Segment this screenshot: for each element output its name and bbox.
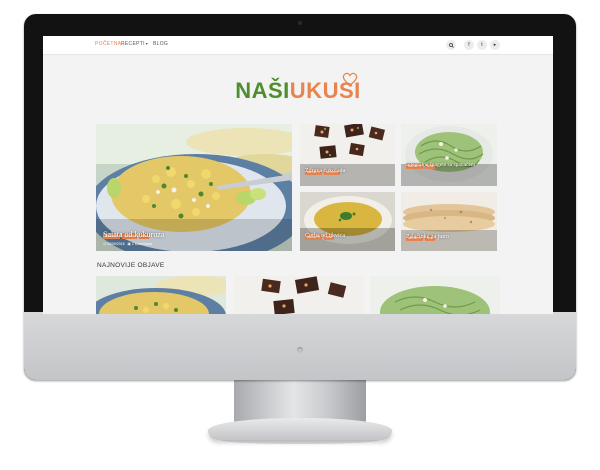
featured-card-main[interactable]: RECEPTI SALATE SVE Salata od kukuruza ◷ 02… (96, 124, 292, 251)
heart-icon (342, 72, 358, 86)
latest-posts-heading: NAJNOVIJE OBJAVE (97, 262, 165, 269)
monitor-stand-foot (208, 418, 392, 440)
latest-post-thumbnail[interactable] (370, 276, 500, 314)
card-title[interactable]: Zdrava čokolada (305, 168, 345, 174)
youtube-icon[interactable]: ▸ (490, 40, 500, 50)
featured-card-pancakes[interactable]: RECEPTI SVE Palačinke za jutro (401, 192, 497, 251)
spaghetti-thumbnail (370, 276, 500, 314)
chocolate-thumbnail (234, 276, 364, 314)
comment-count[interactable]: 2 Komentara (132, 242, 152, 246)
latest-post-thumbnail[interactable] (96, 276, 226, 314)
nav-item-recipes-label: RECEPTI (121, 41, 145, 47)
post-date: 02/09/2018 (107, 242, 125, 246)
comment-icon: ▣ (127, 242, 131, 246)
featured-card-soup[interactable]: RECEPTI SVE Čorba od tikvica (300, 192, 395, 251)
card-title[interactable]: Čorba od tikvica (305, 233, 345, 239)
featured-card-spaghetti[interactable]: RECEPTI SVE Integralne špagete sa spanaće… (401, 124, 497, 186)
card-title[interactable]: Integralne špagete sa spanaćem (406, 162, 492, 169)
featured-main-title[interactable]: Salata od kukuruza (103, 230, 164, 239)
chevron-down-icon: ▾ (145, 41, 149, 46)
monitor-logo-dot (297, 347, 303, 353)
twitter-icon[interactable]: t (477, 40, 487, 50)
facebook-icon[interactable]: f (464, 40, 474, 50)
top-navigation: POČETNA RECEPTI▾ BLOG f t ▸ (43, 36, 553, 55)
website-screen: POČETNA RECEPTI▾ BLOG f t ▸ NAŠIUKUSI RE… (43, 36, 553, 314)
site-logo[interactable]: NAŠIUKUSI (43, 78, 553, 104)
camera-icon (298, 21, 302, 25)
featured-main-meta: ◷ 02/09/2018 ▣ 2 Komentara (103, 242, 152, 246)
featured-card-chocolate[interactable]: RECEPTI SLATKO Zdrava čokolada (300, 124, 395, 186)
latest-post-thumbnail[interactable] (234, 276, 364, 314)
card-title[interactable]: Palačinke za jutro (406, 234, 449, 240)
nav-item-home[interactable]: POČETNA (95, 41, 121, 47)
search-icon[interactable] (446, 40, 456, 50)
nav-item-blog[interactable]: BLOG (153, 41, 168, 47)
corn-salad-thumbnail (96, 276, 226, 314)
logo-part-nasi: NAŠI (235, 78, 290, 103)
clock-icon: ◷ (103, 242, 107, 246)
nav-item-recipes[interactable]: RECEPTI▾ (121, 41, 148, 47)
